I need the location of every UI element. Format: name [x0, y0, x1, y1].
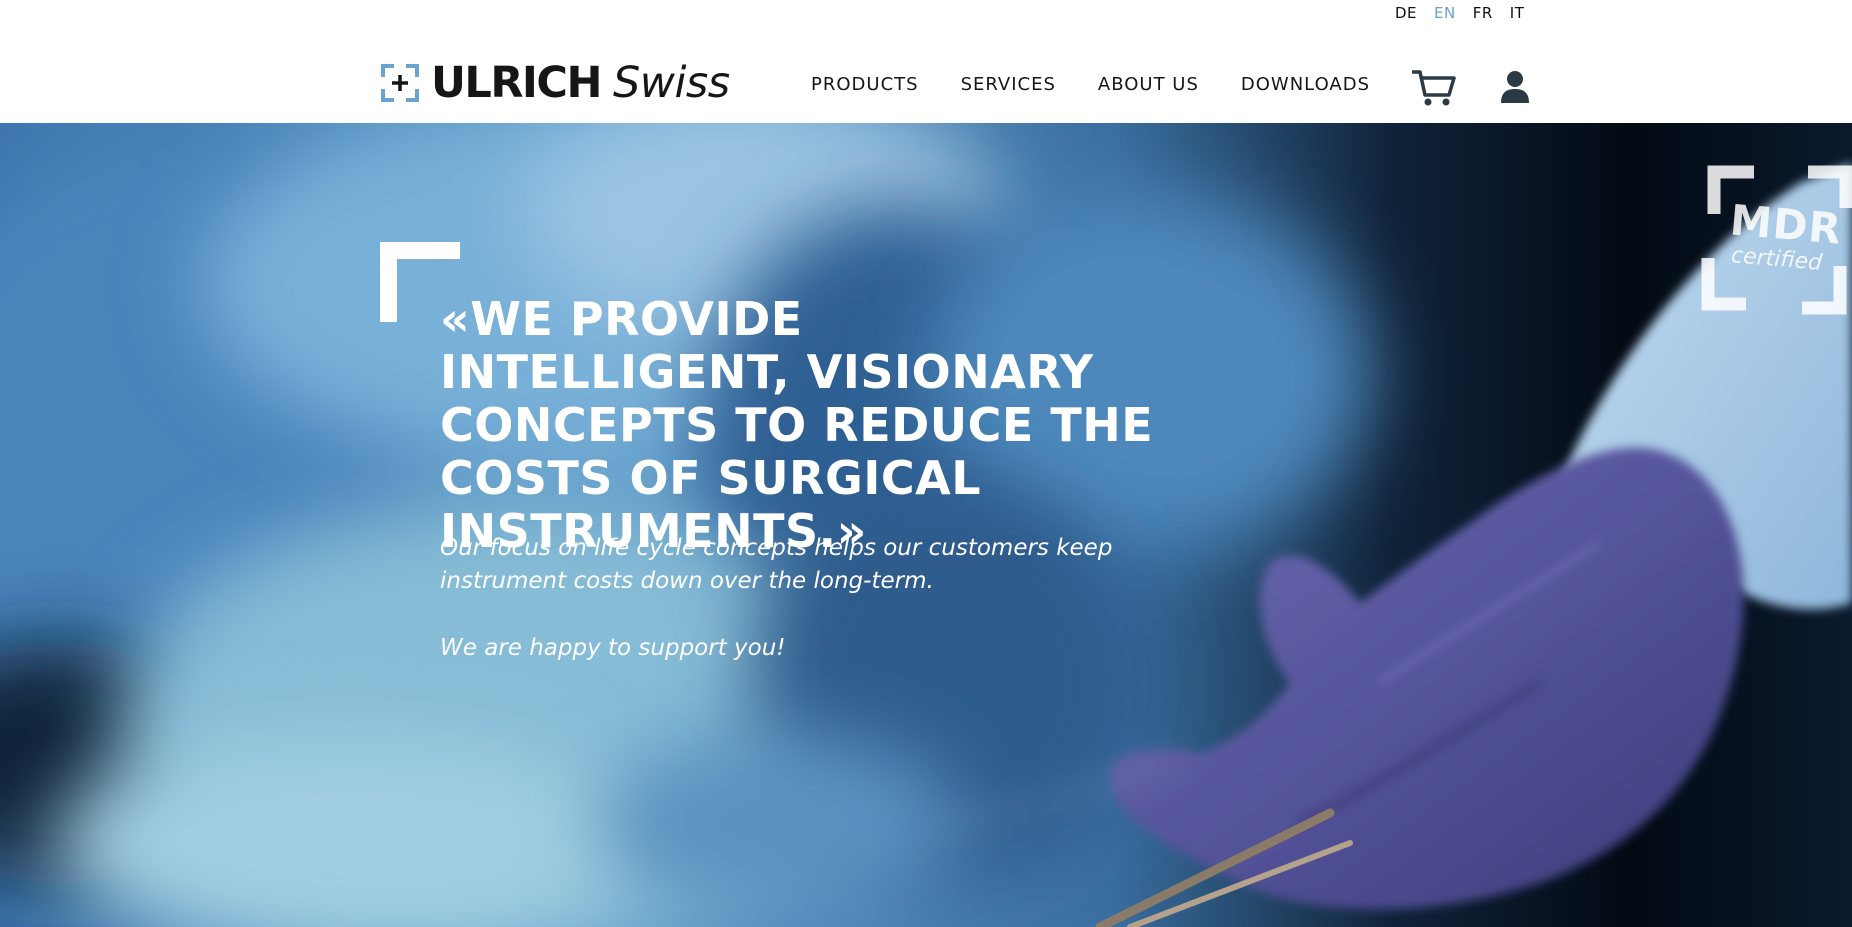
nav-downloads[interactable]: DOWNLOADS [1241, 74, 1370, 95]
nav-services[interactable]: SERVICES [961, 74, 1056, 95]
logo-name-light: Swiss [612, 58, 730, 108]
nav-about-us[interactable]: ABOUT US [1098, 74, 1199, 95]
lang-it[interactable]: IT [1510, 4, 1525, 22]
hero-headline: «WE PROVIDE INTELLIGENT, VISIONARY CONCE… [440, 292, 1154, 558]
site-header: DE EN FR IT ULRICH Swiss PRODUCTS SERVIC… [0, 0, 1852, 123]
lang-fr[interactable]: FR [1473, 4, 1493, 22]
hero-lead-text: Our focus on life cycle concepts helps o… [440, 535, 1113, 594]
hero-tagline: We are happy to support you! [440, 635, 786, 661]
language-switcher: DE EN FR IT [1395, 4, 1541, 22]
main-nav: PRODUCTS SERVICES ABOUT US DOWNLOADS [811, 74, 1412, 95]
mdr-certified-badge: MDR certified [1700, 158, 1852, 318]
nav-products[interactable]: PRODUCTS [811, 74, 919, 95]
shopping-cart-icon[interactable] [1412, 68, 1456, 108]
lang-de[interactable]: DE [1395, 4, 1417, 22]
logo-plus-icon [381, 64, 419, 102]
logo-name-bold: ULRICH [431, 58, 602, 108]
user-account-icon[interactable] [1500, 70, 1530, 104]
lang-en[interactable]: EN [1434, 4, 1456, 22]
hero-banner: MDR certified «WE PROVIDE INTELLIGENT, V… [0, 123, 1852, 927]
site-logo[interactable]: ULRICH Swiss [380, 58, 730, 108]
